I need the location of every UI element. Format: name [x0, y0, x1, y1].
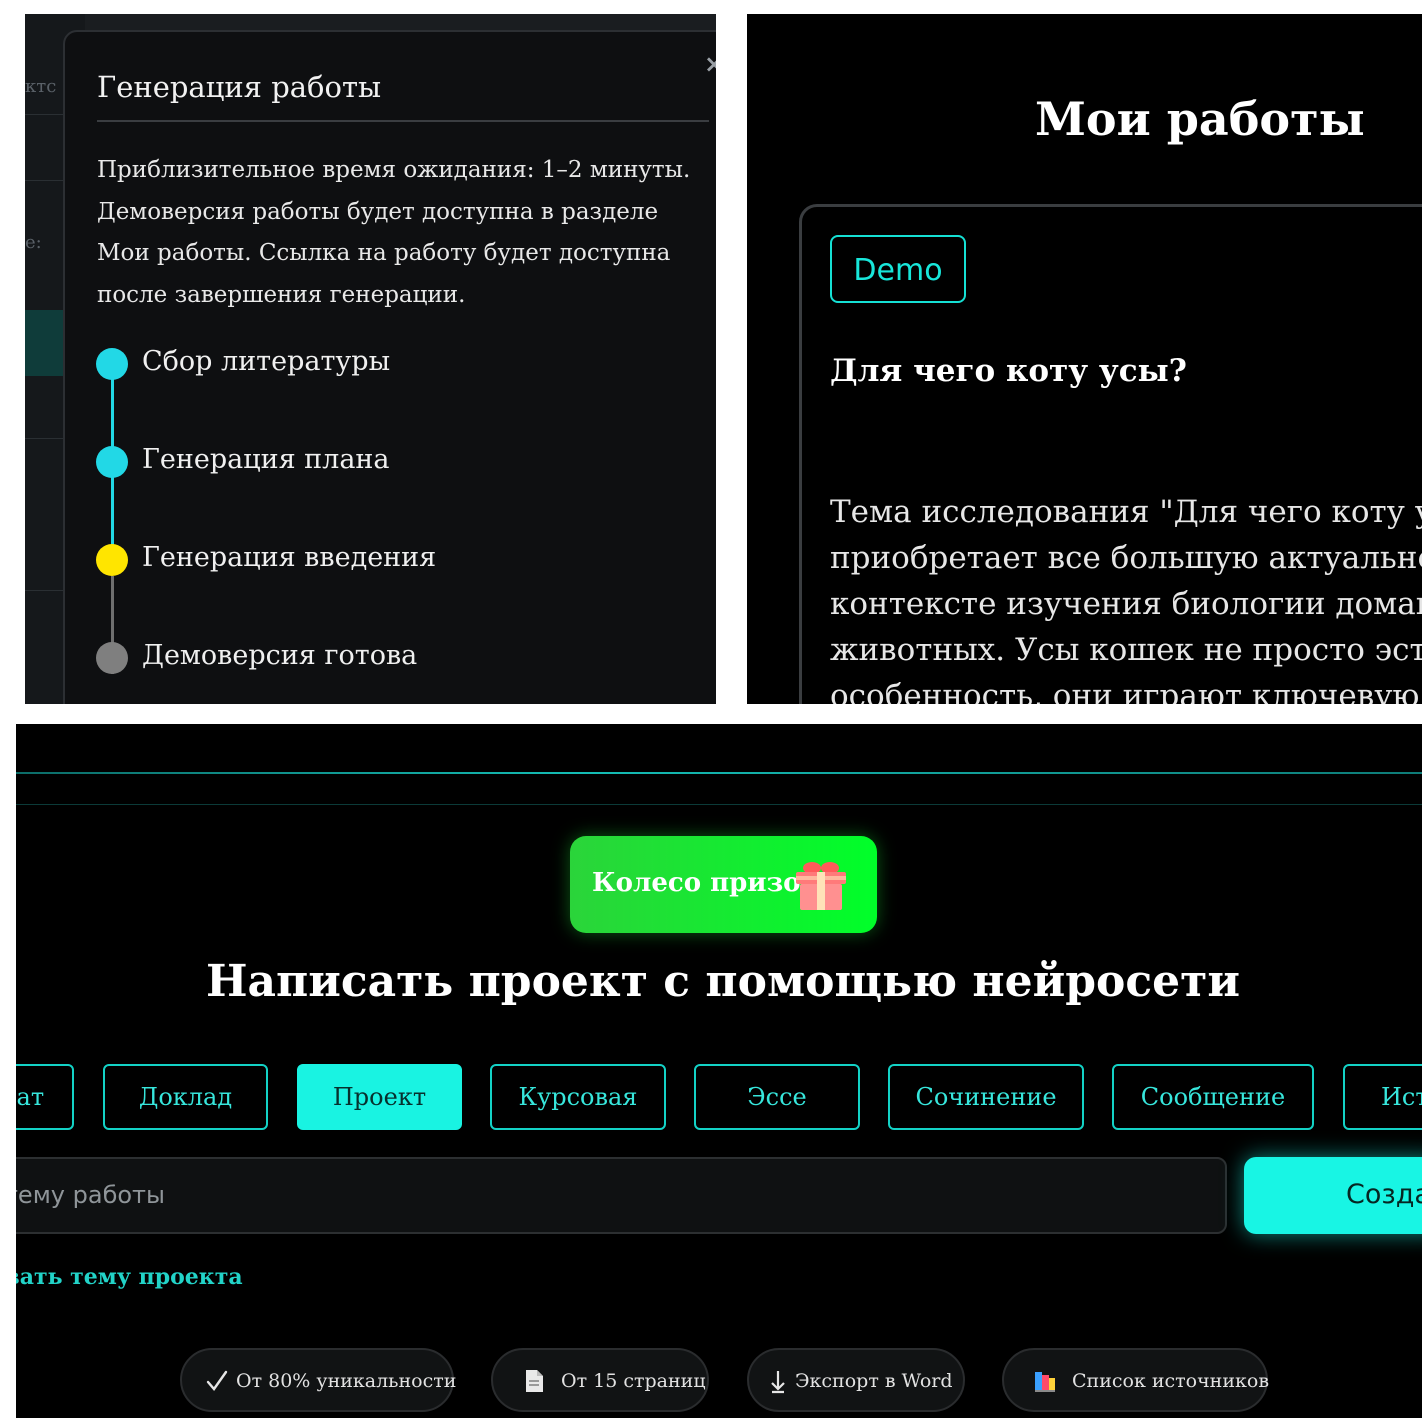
prize-wheel-button[interactable]: Колесо призов [570, 836, 877, 933]
feature-uniqueness: От 80% уникальности [180, 1348, 457, 1412]
close-icon[interactable]: × [704, 50, 716, 78]
type-button-stories[interactable]: Истории [1343, 1064, 1422, 1130]
type-button-essay[interactable]: Эссе [694, 1064, 860, 1130]
generation-panel: ктс е: × Генерация работы Приблизительно… [25, 14, 716, 704]
text-line: приобретает все большую актуальность в [830, 540, 1422, 576]
feature-label: Список источников [1072, 1370, 1270, 1392]
work-card[interactable]: Demo Для чего коту усы? Тема исследовани… [799, 204, 1422, 704]
type-button-referat[interactable]: Реферат [16, 1064, 74, 1130]
feature-sources: Список источников [1002, 1348, 1270, 1412]
demo-badge[interactable]: Demo [830, 235, 966, 303]
type-button-report[interactable]: Доклад [103, 1064, 268, 1130]
step-label: Сбор литературы [142, 346, 391, 377]
suggest-topic-link[interactable]: Подсказать тему проекта [16, 1264, 347, 1290]
create-label: Создать [1346, 1179, 1422, 1210]
feature-pages: От 15 страниц [491, 1348, 709, 1412]
background-text: ктс [25, 76, 57, 97]
landing-panel: Колесо призов Написать проект с помощью … [16, 724, 1422, 1418]
step-done-icon [96, 446, 128, 478]
feature-label: От 80% уникальности [236, 1370, 457, 1392]
feature-export: Экспорт в Word [747, 1348, 965, 1412]
text-line: контексте изучения биологии домашних [830, 586, 1422, 622]
step-done-icon [96, 348, 128, 380]
type-button-message[interactable]: Сообщение [1112, 1064, 1314, 1130]
feature-label: Экспорт в Word [795, 1370, 953, 1392]
step-pending-icon [96, 642, 128, 674]
books-icon [1035, 1372, 1055, 1392]
step-label: Генерация введения [142, 542, 437, 573]
step-active-icon [96, 544, 128, 576]
main-heading: Написать проект с помощью нейросети [205, 956, 1241, 1007]
download-icon [771, 1371, 785, 1394]
work-preview-text: Тема исследования "Для чего коту усы?" п… [830, 489, 1422, 704]
type-button-coursework[interactable]: Курсовая [490, 1064, 666, 1130]
prize-wheel-label: Колесо призов [592, 868, 819, 898]
step-label: Генерация плана [142, 444, 390, 475]
modal-divider [97, 120, 709, 122]
create-button[interactable]: Создать [1244, 1157, 1422, 1234]
my-works-panel: Мои работы Demo Для чего коту усы? Тема … [747, 14, 1422, 704]
generation-modal: × Генерация работы Приблизительное время… [63, 30, 716, 704]
gift-icon [796, 862, 846, 910]
document-icon [526, 1370, 543, 1392]
step-label: Демоверсия готова [142, 640, 418, 671]
type-button-project[interactable]: Проект [297, 1064, 462, 1130]
feature-label: От 15 страниц [561, 1370, 706, 1392]
modal-description: Приблизительное время ожидания: 1–2 мину… [97, 157, 691, 308]
text-line: животных. Усы кошек не просто эстетическ… [830, 632, 1422, 668]
work-title: Для чего коту усы? [830, 353, 1187, 389]
header-glow-line [16, 772, 1422, 774]
modal-title: Генерация работы [97, 70, 382, 104]
background-text: е: [25, 232, 42, 253]
check-icon [206, 1370, 228, 1391]
topic-placeholder: Введите тему работы [16, 1181, 165, 1209]
topic-input[interactable]: Введите тему работы [16, 1157, 1227, 1234]
page-title: Мои работы [1035, 92, 1365, 146]
text-line: особенность, они играют ключевую роль [830, 678, 1422, 704]
text-line: Тема исследования "Для чего коту усы?" [830, 494, 1422, 530]
type-button-composition[interactable]: Сочинение [888, 1064, 1084, 1130]
header-divider [16, 804, 1422, 805]
